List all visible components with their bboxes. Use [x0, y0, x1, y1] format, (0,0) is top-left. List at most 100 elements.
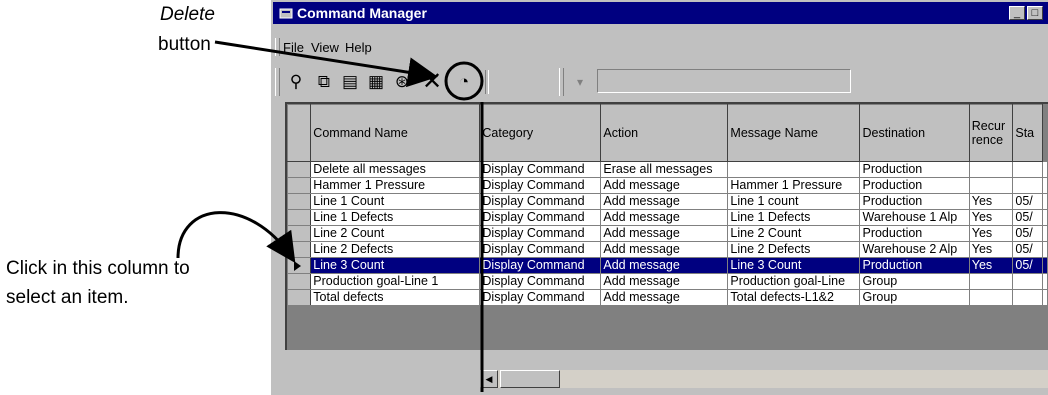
row-selector[interactable] [287, 193, 312, 210]
cell-destination[interactable]: Production [859, 177, 970, 194]
row-selector[interactable] [287, 273, 312, 290]
cell-destination[interactable]: Production [859, 161, 970, 178]
find-icon[interactable]: ▾ [569, 72, 591, 92]
header-start[interactable]: Sta [1012, 104, 1043, 162]
new-command-icon[interactable]: ⚲ [285, 72, 307, 92]
cell-category[interactable]: Display Command [479, 273, 602, 290]
menu-view[interactable]: View [311, 40, 339, 55]
menu-file[interactable]: File [283, 40, 304, 55]
cell-category[interactable]: Display Command [479, 257, 602, 274]
cell-command-name[interactable]: Line 1 Count [310, 193, 481, 210]
scroll-thumb[interactable] [500, 370, 560, 388]
cell-action[interactable]: Add message [600, 225, 729, 242]
row-selector[interactable] [287, 209, 312, 226]
cell-message-name[interactable]: Line 2 Count [727, 225, 861, 242]
cell-message-name[interactable]: Line 1 Defects [727, 209, 861, 226]
send-icon[interactable]: ⊛ [391, 72, 413, 92]
cell-recurrence[interactable]: Yes [968, 241, 1014, 258]
row-selector[interactable] [287, 177, 312, 194]
cell-category[interactable]: Display Command [479, 289, 602, 306]
cell-command-name[interactable]: Line 2 Defects [310, 241, 481, 258]
table-row[interactable]: Line 2 Defects Display Command Add message… [287, 241, 1048, 258]
cell-action[interactable]: Add message [600, 273, 729, 290]
cell-category[interactable]: Display Command [479, 209, 602, 226]
header-category[interactable]: Category [479, 104, 602, 162]
menu-grip[interactable] [275, 38, 280, 56]
cell-action[interactable]: Add message [600, 257, 729, 274]
cell-destination[interactable]: Group [859, 273, 970, 290]
header-destination[interactable]: Destination [859, 104, 970, 162]
cell-recurrence[interactable]: Yes [968, 193, 1014, 210]
cell-category[interactable]: Display Command [479, 225, 602, 242]
row-selector[interactable] [287, 241, 312, 258]
table-row[interactable]: Line 1 Defects Display Command Add message… [287, 209, 1048, 226]
table-row[interactable]: Hammer 1 Pressure Display Command Add mess… [287, 177, 1048, 194]
cell-destination[interactable]: Production [859, 257, 970, 274]
table-row[interactable]: Production goal-Line 1 Display Command Add… [287, 273, 1048, 290]
cell-command-name[interactable]: Line 3 Count [310, 257, 481, 274]
cell-message-name[interactable]: Line 1 count [727, 193, 861, 210]
cell-start[interactable]: 05/ [1012, 225, 1043, 242]
scroll-left-icon[interactable]: ◀ [480, 370, 498, 388]
table-row[interactable]: Line 1 Count Display Command Add message Li… [287, 193, 1048, 210]
cell-action[interactable]: Add message [600, 209, 729, 226]
cell-start[interactable]: 05/ [1012, 257, 1043, 274]
cell-command-name[interactable]: Line 1 Defects [310, 209, 481, 226]
cell-action[interactable]: Add message [600, 193, 729, 210]
cell-command-name[interactable]: Total defects [310, 289, 481, 306]
schedule-icon[interactable]: ◔ [453, 72, 475, 92]
maximize-button[interactable]: □ [1027, 6, 1043, 20]
toolbar-grip[interactable] [275, 68, 280, 96]
horizontal-scrollbar[interactable]: ◀ [480, 370, 1048, 388]
cell-message-name[interactable]: Line 2 Defects [727, 241, 861, 258]
delete-icon[interactable]: ✕ [421, 70, 443, 94]
cell-command-name[interactable]: Production goal-Line 1 [310, 273, 481, 290]
cell-recurrence[interactable] [968, 161, 1014, 178]
header-message-name[interactable]: Message Name [727, 104, 861, 162]
cell-start[interactable] [1012, 161, 1043, 178]
table-row[interactable]: Delete all messages Display Command Erase … [287, 161, 1048, 178]
cell-command-name[interactable]: Line 2 Count [310, 225, 481, 242]
cell-action[interactable]: Add message [600, 177, 729, 194]
table-row[interactable]: Total defects Display Command Add message T… [287, 289, 1048, 306]
cell-destination[interactable]: Production [859, 193, 970, 210]
cell-message-name[interactable]: Line 3 Count [727, 257, 861, 274]
cell-message-name[interactable]: Total defects-L1&2 [727, 289, 861, 306]
cell-action[interactable]: Add message [600, 289, 729, 306]
cell-recurrence[interactable]: Yes [968, 225, 1014, 242]
cell-message-name[interactable]: Production goal-Line [727, 273, 861, 290]
cell-message-name[interactable]: Hammer 1 Pressure [727, 177, 861, 194]
cell-category[interactable]: Display Command [479, 161, 602, 178]
header-recurrence[interactable]: Recur rence [968, 104, 1014, 162]
properties-icon[interactable]: ▤ [339, 72, 361, 92]
cell-message-name[interactable] [727, 161, 861, 178]
menu-help[interactable]: Help [345, 40, 372, 55]
cell-action[interactable]: Erase all messages [600, 161, 729, 178]
cell-recurrence[interactable] [968, 273, 1014, 290]
row-selector[interactable] [287, 289, 312, 306]
minimize-button[interactable]: _ [1009, 6, 1025, 20]
row-selector[interactable] [287, 225, 312, 242]
cell-recurrence[interactable] [968, 177, 1014, 194]
cell-destination[interactable]: Warehouse 2 Alp [859, 241, 970, 258]
cell-recurrence[interactable] [968, 289, 1014, 306]
cell-destination[interactable]: Production [859, 225, 970, 242]
copy-icon[interactable]: ⧉ [313, 72, 335, 92]
cell-start[interactable] [1012, 289, 1043, 306]
cell-recurrence[interactable]: Yes [968, 257, 1014, 274]
edit-icon[interactable]: ▦ [365, 72, 387, 92]
header-action[interactable]: Action [600, 104, 729, 162]
cell-start[interactable] [1012, 177, 1043, 194]
cell-start[interactable] [1012, 273, 1043, 290]
table-row[interactable]: Line 2 Count Display Command Add message Li… [287, 225, 1048, 242]
cell-start[interactable]: 05/ [1012, 209, 1043, 226]
cell-start[interactable]: 05/ [1012, 241, 1043, 258]
cell-command-name[interactable]: Hammer 1 Pressure [310, 177, 481, 194]
toolbar-grip-2[interactable] [559, 68, 564, 96]
cell-action[interactable]: Add message [600, 241, 729, 258]
table-row[interactable]: Line 3 Count Display Command Add message Li… [287, 257, 1048, 274]
find-input[interactable] [597, 69, 851, 93]
header-command-name[interactable]: Command Name [310, 104, 481, 162]
cell-category[interactable]: Display Command [479, 177, 602, 194]
cell-recurrence[interactable]: Yes [968, 209, 1014, 226]
